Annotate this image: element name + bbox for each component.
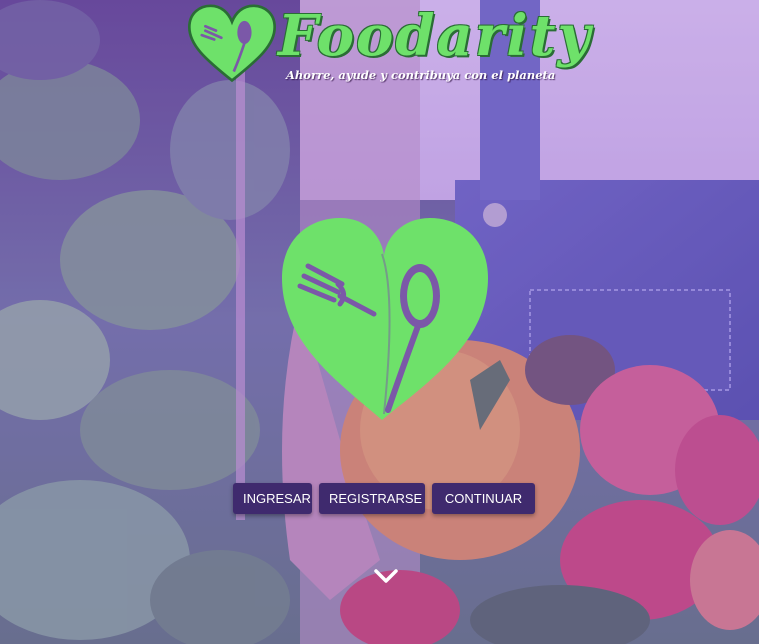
login-button[interactable]: INGRESAR xyxy=(233,483,312,514)
register-button[interactable]: REGISTRARSE xyxy=(319,483,425,514)
brand-tagline: Ahorre, ayude y contribuya con el planet… xyxy=(286,68,556,82)
auth-actions: INGRESAR REGISTRARSE CONTINUAR xyxy=(233,483,535,514)
hero-section: Foodarity Ahorre, ayude y contribuya con… xyxy=(0,0,759,644)
brand-header: Foodarity Ahorre, ayude y contribuya con… xyxy=(186,4,590,94)
brand-name: Foodarity xyxy=(278,3,593,69)
chevron-down-icon[interactable] xyxy=(372,566,400,586)
heart-fork-spoon-icon xyxy=(187,4,277,83)
heart-fork-spoon-icon xyxy=(282,218,488,420)
continue-button[interactable]: CONTINUAR xyxy=(432,483,535,514)
